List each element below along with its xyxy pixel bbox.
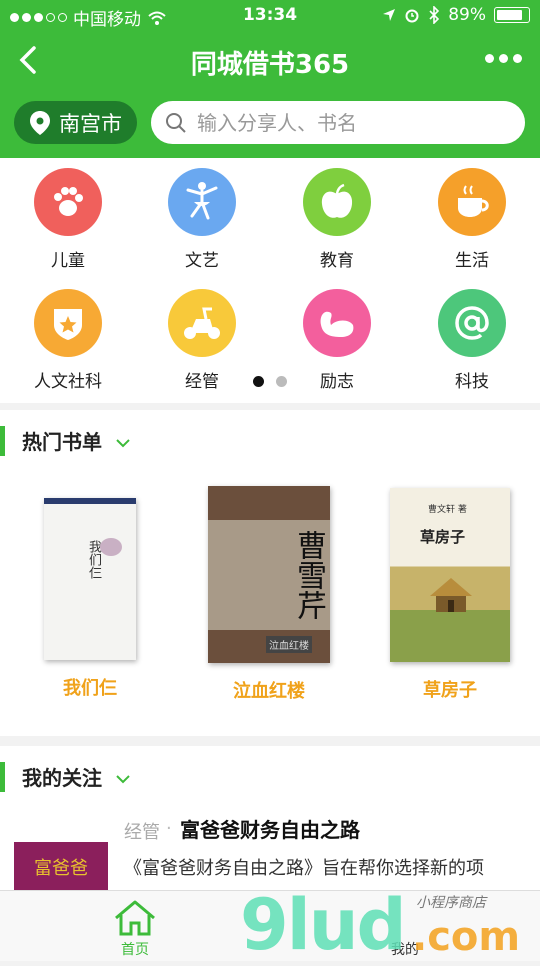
book-card-qixue-honglou[interactable]: 曹雪芹 泣血红楼 泣血红楼	[194, 486, 344, 703]
pager-dot	[276, 376, 287, 387]
city-selector[interactable]: 南宫市	[14, 101, 137, 144]
badge-icon	[54, 309, 82, 340]
home-icon	[115, 900, 155, 936]
city-label: 南宫市	[59, 111, 122, 136]
book-card-caofangzi[interactable]: 曹文轩 著 草房子 草房子	[375, 488, 525, 702]
dancer-icon	[186, 182, 218, 220]
book-cover: 曹雪芹 泣血红楼	[208, 486, 330, 663]
cover-subtitle: 泣血红楼	[266, 636, 312, 653]
chevron-down-icon	[116, 439, 130, 448]
status-bar: 中国移动 13:34 89%	[0, 0, 540, 30]
category-education[interactable]: 教育	[282, 168, 392, 271]
page-title: 同城借书365	[190, 50, 350, 80]
more-menu-icon[interactable]	[485, 54, 522, 63]
cup-icon	[458, 185, 489, 217]
category-literature[interactable]: 文艺	[147, 168, 257, 271]
bluetooth-icon	[429, 6, 440, 24]
category-life-circle	[438, 168, 506, 236]
category-grid: 儿童 文艺 教育 生活 人文社科 经管 励志 科技	[0, 158, 540, 403]
battery-percent: 89%	[448, 5, 486, 25]
category-business[interactable]: 经管	[147, 289, 257, 392]
category-label: 人文社科	[34, 372, 102, 392]
follow-book-title: 富爸爸财务自由之路	[180, 818, 360, 842]
cover-title: 草房子	[420, 528, 466, 546]
section-accent-bar	[0, 426, 5, 456]
map-pin-icon	[30, 110, 50, 135]
book-card-women-sa[interactable]: 我们仨 我们仨	[15, 498, 165, 700]
nav-bar: 同城借书365	[0, 36, 540, 86]
cover-flower	[100, 538, 122, 556]
category-humanities-circle	[34, 289, 102, 357]
tab-home[interactable]: 首页	[75, 891, 195, 961]
category-label: 经管	[185, 372, 219, 392]
category-literature-circle	[168, 168, 236, 236]
search-input[interactable]	[195, 109, 499, 136]
header: 中国移动 13:34 89% 同城借书365 南宫市	[0, 0, 540, 158]
location-arrow-icon	[383, 9, 396, 21]
category-children[interactable]: 儿童	[13, 168, 123, 271]
scooter-icon	[184, 307, 220, 339]
book-title: 草房子	[423, 680, 477, 701]
muscle-icon	[320, 311, 354, 337]
category-education-circle	[303, 168, 371, 236]
follow-book-thumbnail: 富爸爸	[14, 842, 108, 890]
pager-dot	[253, 376, 264, 387]
paw-icon	[54, 187, 83, 216]
hut-illustration	[430, 578, 472, 612]
alarm-icon	[405, 9, 419, 23]
category-pager	[253, 376, 287, 387]
category-label: 儿童	[51, 251, 85, 271]
section-accent-bar	[0, 762, 5, 792]
book-cover: 曹文轩 著 草房子	[390, 488, 510, 662]
category-life[interactable]: 生活	[417, 168, 527, 271]
follow-book-description: 《富爸爸财务自由之路》旨在帮你选择新的项	[124, 858, 484, 879]
category-label: 教育	[320, 251, 354, 271]
battery-icon	[494, 7, 530, 23]
follow-separator: ·	[166, 818, 172, 839]
watermark-text: 9lud	[240, 884, 407, 966]
category-inspiration-circle	[303, 289, 371, 357]
cover-title: 曹雪芹	[208, 520, 330, 630]
apple-icon	[321, 183, 353, 218]
chevron-down-icon	[116, 775, 130, 784]
watermark: 9lud .com 小程序商店	[240, 884, 540, 966]
tab-label: 首页	[121, 942, 149, 958]
hot-books-header[interactable]: 热门书单	[0, 410, 540, 466]
category-label: 励志	[320, 372, 354, 392]
book-title: 我们仨	[63, 678, 117, 699]
cover-author: 曹文轩 著	[428, 505, 467, 515]
category-label: 科技	[455, 372, 489, 392]
category-children-circle	[34, 168, 102, 236]
category-technology-circle	[438, 289, 506, 357]
search-icon	[166, 112, 186, 133]
at-icon	[455, 306, 489, 340]
hot-books-section: 热门书单 我们仨 我们仨 曹雪芹 泣血红楼 泣血红楼 曹文轩 著 草房子 草房子	[0, 410, 540, 736]
category-technology[interactable]: 科技	[417, 289, 527, 392]
category-business-circle	[168, 289, 236, 357]
category-label: 生活	[455, 251, 489, 271]
book-cover: 我们仨	[44, 498, 136, 660]
watermark-script: 小程序商店	[416, 895, 486, 911]
follow-section: 我的关注 经管 · 富爸爸财务自由之路 富爸爸 《富爸爸财务自由之路》旨在帮你选…	[0, 746, 540, 890]
follow-category-tag: 经管	[124, 822, 160, 843]
category-humanities[interactable]: 人文社科	[13, 289, 123, 392]
section-title: 我的关注	[22, 766, 102, 790]
search-box[interactable]	[151, 101, 525, 144]
watermark-domain: .com	[412, 914, 521, 960]
follow-header[interactable]: 我的关注	[0, 746, 540, 802]
section-title: 热门书单	[22, 430, 102, 454]
category-inspiration[interactable]: 励志	[282, 289, 392, 392]
book-title: 泣血红楼	[233, 681, 305, 702]
category-label: 文艺	[185, 251, 219, 271]
